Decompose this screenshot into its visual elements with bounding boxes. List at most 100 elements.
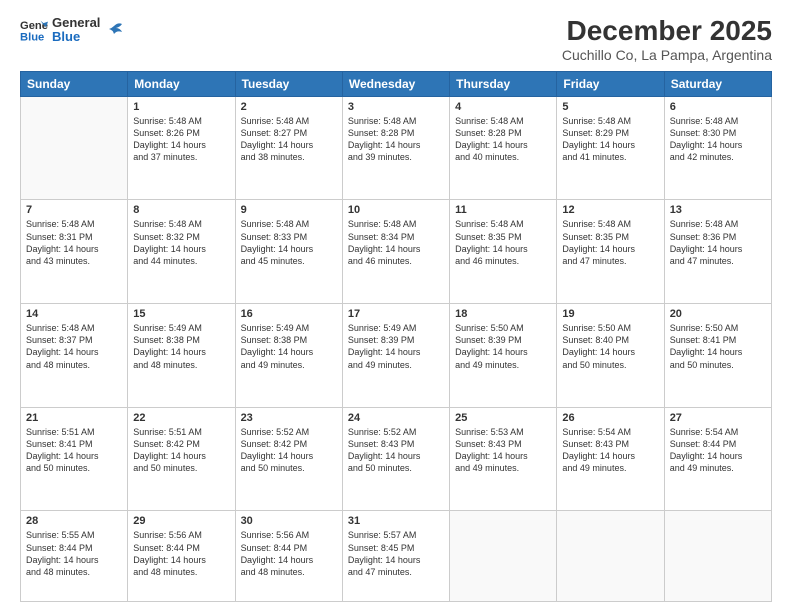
- calendar-cell: 4 Sunrise: 5:48 AM Sunset: 8:28 PM Daylig…: [450, 96, 557, 200]
- day-number: 28: [26, 515, 122, 527]
- calendar-cell: 24 Sunrise: 5:52 AM Sunset: 8:43 PM Dayli…: [342, 407, 449, 511]
- calendar-cell: 11 Sunrise: 5:48 AM Sunset: 8:35 PM Dayli…: [450, 200, 557, 304]
- day-info: Sunrise: 5:48 AM Sunset: 8:31 PM Dayligh…: [26, 218, 122, 267]
- subtitle: Cuchillo Co, La Pampa, Argentina: [562, 47, 772, 63]
- logo-icon: General Blue: [20, 16, 48, 44]
- day-info: Sunrise: 5:51 AM Sunset: 8:42 PM Dayligh…: [133, 426, 229, 475]
- day-info: Sunrise: 5:48 AM Sunset: 8:33 PM Dayligh…: [241, 218, 337, 267]
- calendar-cell: 2 Sunrise: 5:48 AM Sunset: 8:27 PM Daylig…: [235, 96, 342, 200]
- calendar-cell: 3 Sunrise: 5:48 AM Sunset: 8:28 PM Daylig…: [342, 96, 449, 200]
- weekday-header-saturday: Saturday: [664, 71, 771, 96]
- day-number: 6: [670, 101, 766, 113]
- calendar-cell: 12 Sunrise: 5:48 AM Sunset: 8:35 PM Dayli…: [557, 200, 664, 304]
- day-number: 24: [348, 412, 444, 424]
- weekday-header-friday: Friday: [557, 71, 664, 96]
- calendar-cell: 22 Sunrise: 5:51 AM Sunset: 8:42 PM Dayli…: [128, 407, 235, 511]
- day-info: Sunrise: 5:48 AM Sunset: 8:26 PM Dayligh…: [133, 115, 229, 164]
- logo: General Blue General Blue: [20, 16, 124, 45]
- day-number: 8: [133, 204, 229, 216]
- day-number: 23: [241, 412, 337, 424]
- weekday-header-row: SundayMondayTuesdayWednesdayThursdayFrid…: [21, 71, 772, 96]
- day-info: Sunrise: 5:48 AM Sunset: 8:37 PM Dayligh…: [26, 322, 122, 371]
- day-info: Sunrise: 5:54 AM Sunset: 8:43 PM Dayligh…: [562, 426, 658, 475]
- calendar-cell: 29Sunrise: 5:56 AM Sunset: 8:44 PM Dayli…: [128, 511, 235, 602]
- day-number: 9: [241, 204, 337, 216]
- calendar-week-row: 28 Sunrise: 5:55 AM Sunset: 8:44 PM Dayli…: [21, 511, 772, 602]
- page: General Blue General Blue December 2025 …: [0, 0, 792, 612]
- calendar-cell: 10 Sunrise: 5:48 AM Sunset: 8:34 PM Dayli…: [342, 200, 449, 304]
- logo-line1: General: [52, 16, 100, 30]
- calendar-cell: [450, 511, 557, 602]
- weekday-header-monday: Monday: [128, 71, 235, 96]
- weekday-header-tuesday: Tuesday: [235, 71, 342, 96]
- calendar-cell: [21, 96, 128, 200]
- calendar-cell: [664, 511, 771, 602]
- day-number: 21: [26, 412, 122, 424]
- calendar-cell: 5 Sunrise: 5:48 AM Sunset: 8:29 PM Daylig…: [557, 96, 664, 200]
- day-number: 3: [348, 101, 444, 113]
- day-number: 27: [670, 412, 766, 424]
- calendar-cell: 1 Sunrise: 5:48 AM Sunset: 8:26 PM Daylig…: [128, 96, 235, 200]
- calendar-week-row: 1 Sunrise: 5:48 AM Sunset: 8:26 PM Daylig…: [21, 96, 772, 200]
- day-info: Sunrise: 5:52 AM Sunset: 8:42 PM Dayligh…: [241, 426, 337, 475]
- day-number: 16: [241, 308, 337, 320]
- day-number: 2: [241, 101, 337, 113]
- day-info: Sunrise: 5:48 AM Sunset: 8:28 PM Dayligh…: [348, 115, 444, 164]
- calendar-cell: 6 Sunrise: 5:48 AM Sunset: 8:30 PM Daylig…: [664, 96, 771, 200]
- calendar-table: SundayMondayTuesdayWednesdayThursdayFrid…: [20, 71, 772, 602]
- calendar-cell: 17 Sunrise: 5:49 AM Sunset: 8:39 PM Dayli…: [342, 304, 449, 408]
- day-number: 7: [26, 204, 122, 216]
- calendar-cell: 8 Sunrise: 5:48 AM Sunset: 8:32 PM Daylig…: [128, 200, 235, 304]
- day-info: Sunrise: 5:48 AM Sunset: 8:29 PM Dayligh…: [562, 115, 658, 164]
- day-info: Sunrise: 5:52 AM Sunset: 8:43 PM Dayligh…: [348, 426, 444, 475]
- calendar-week-row: 14Sunrise: 5:48 AM Sunset: 8:37 PM Dayli…: [21, 304, 772, 408]
- calendar-cell: 20Sunrise: 5:50 AM Sunset: 8:41 PM Dayli…: [664, 304, 771, 408]
- calendar-cell: 7 Sunrise: 5:48 AM Sunset: 8:31 PM Daylig…: [21, 200, 128, 304]
- calendar-cell: [557, 511, 664, 602]
- day-info: Sunrise: 5:48 AM Sunset: 8:35 PM Dayligh…: [562, 218, 658, 267]
- day-number: 1: [133, 101, 229, 113]
- day-number: 4: [455, 101, 551, 113]
- day-info: Sunrise: 5:48 AM Sunset: 8:34 PM Dayligh…: [348, 218, 444, 267]
- main-title: December 2025: [562, 16, 772, 47]
- calendar-cell: 26Sunrise: 5:54 AM Sunset: 8:43 PM Dayli…: [557, 407, 664, 511]
- day-info: Sunrise: 5:48 AM Sunset: 8:35 PM Dayligh…: [455, 218, 551, 267]
- weekday-header-sunday: Sunday: [21, 71, 128, 96]
- day-info: Sunrise: 5:53 AM Sunset: 8:43 PM Dayligh…: [455, 426, 551, 475]
- calendar-cell: 23 Sunrise: 5:52 AM Sunset: 8:42 PM Dayli…: [235, 407, 342, 511]
- calendar-cell: 28 Sunrise: 5:55 AM Sunset: 8:44 PM Dayli…: [21, 511, 128, 602]
- svg-text:General: General: [20, 20, 48, 32]
- weekday-header-wednesday: Wednesday: [342, 71, 449, 96]
- calendar-cell: 25Sunrise: 5:53 AM Sunset: 8:43 PM Dayli…: [450, 407, 557, 511]
- day-info: Sunrise: 5:48 AM Sunset: 8:32 PM Dayligh…: [133, 218, 229, 267]
- calendar-cell: 16Sunrise: 5:49 AM Sunset: 8:38 PM Dayli…: [235, 304, 342, 408]
- day-info: Sunrise: 5:48 AM Sunset: 8:36 PM Dayligh…: [670, 218, 766, 267]
- logo-bird-icon: [104, 20, 124, 40]
- day-info: Sunrise: 5:50 AM Sunset: 8:41 PM Dayligh…: [670, 322, 766, 371]
- day-number: 11: [455, 204, 551, 216]
- day-info: Sunrise: 5:57 AM Sunset: 8:45 PM Dayligh…: [348, 529, 444, 578]
- day-info: Sunrise: 5:50 AM Sunset: 8:39 PM Dayligh…: [455, 322, 551, 371]
- title-block: December 2025 Cuchillo Co, La Pampa, Arg…: [562, 16, 772, 63]
- day-info: Sunrise: 5:49 AM Sunset: 8:39 PM Dayligh…: [348, 322, 444, 371]
- day-number: 10: [348, 204, 444, 216]
- calendar-cell: 27Sunrise: 5:54 AM Sunset: 8:44 PM Dayli…: [664, 407, 771, 511]
- day-info: Sunrise: 5:49 AM Sunset: 8:38 PM Dayligh…: [133, 322, 229, 371]
- calendar-cell: 14Sunrise: 5:48 AM Sunset: 8:37 PM Dayli…: [21, 304, 128, 408]
- day-number: 19: [562, 308, 658, 320]
- day-info: Sunrise: 5:55 AM Sunset: 8:44 PM Dayligh…: [26, 529, 122, 578]
- day-number: 17: [348, 308, 444, 320]
- calendar-cell: 21Sunrise: 5:51 AM Sunset: 8:41 PM Dayli…: [21, 407, 128, 511]
- day-info: Sunrise: 5:48 AM Sunset: 8:27 PM Dayligh…: [241, 115, 337, 164]
- day-number: 29: [133, 515, 229, 527]
- day-info: Sunrise: 5:48 AM Sunset: 8:28 PM Dayligh…: [455, 115, 551, 164]
- weekday-header-thursday: Thursday: [450, 71, 557, 96]
- day-info: Sunrise: 5:48 AM Sunset: 8:30 PM Dayligh…: [670, 115, 766, 164]
- day-info: Sunrise: 5:50 AM Sunset: 8:40 PM Dayligh…: [562, 322, 658, 371]
- day-number: 12: [562, 204, 658, 216]
- calendar-cell: 31Sunrise: 5:57 AM Sunset: 8:45 PM Dayli…: [342, 511, 449, 602]
- calendar-cell: 30Sunrise: 5:56 AM Sunset: 8:44 PM Dayli…: [235, 511, 342, 602]
- calendar-cell: 13Sunrise: 5:48 AM Sunset: 8:36 PM Dayli…: [664, 200, 771, 304]
- day-number: 5: [562, 101, 658, 113]
- day-number: 22: [133, 412, 229, 424]
